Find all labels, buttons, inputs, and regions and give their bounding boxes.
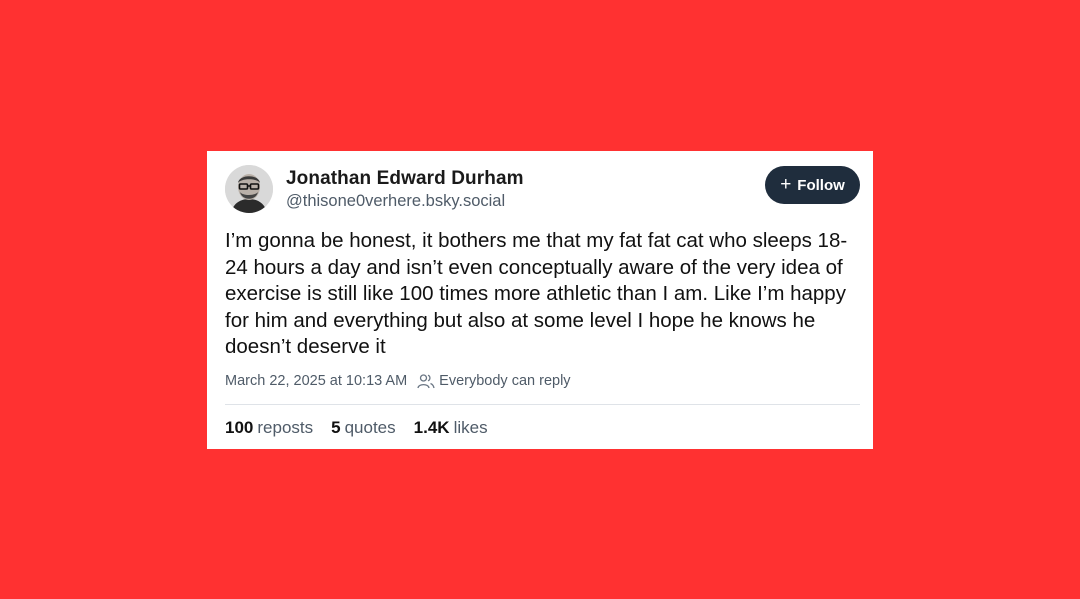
reposts-label: reposts <box>257 418 314 437</box>
post-text: I’m gonna be honest, it bothers me that … <box>225 229 848 358</box>
quotes-label: quotes <box>344 418 396 437</box>
quotes-count: 5 <box>331 418 341 437</box>
likes-count: 1.4K <box>413 418 450 437</box>
people-icon <box>417 374 435 389</box>
likes-stat[interactable]: 1.4K likes <box>414 418 488 438</box>
avatar[interactable] <box>225 165 273 213</box>
follow-button[interactable]: + Follow <box>765 166 860 204</box>
reposts-stat[interactable]: 100 reposts <box>225 418 313 438</box>
post-timestamp[interactable]: March 22, 2025 at 10:13 AM <box>225 373 407 389</box>
avatar-image <box>225 165 273 213</box>
author-name[interactable]: Jonathan Edward Durham <box>286 168 524 190</box>
plus-icon: + <box>780 173 792 195</box>
post-stats: 100 reposts 5 quotes 1.4K likes <box>225 418 488 438</box>
divider <box>225 404 860 405</box>
author-handle[interactable]: @thisone0verhere.bsky.social <box>286 192 505 211</box>
reply-setting[interactable]: Everybody can reply <box>439 373 570 389</box>
reposts-count: 100 <box>225 418 254 437</box>
quotes-stat[interactable]: 5 quotes <box>331 418 396 438</box>
likes-label: likes <box>453 418 488 437</box>
post-meta: March 22, 2025 at 10:13 AM Everybody can… <box>225 373 571 389</box>
post-card: Jonathan Edward Durham @thisone0verhere.… <box>207 151 873 449</box>
follow-button-label: Follow <box>797 176 845 194</box>
